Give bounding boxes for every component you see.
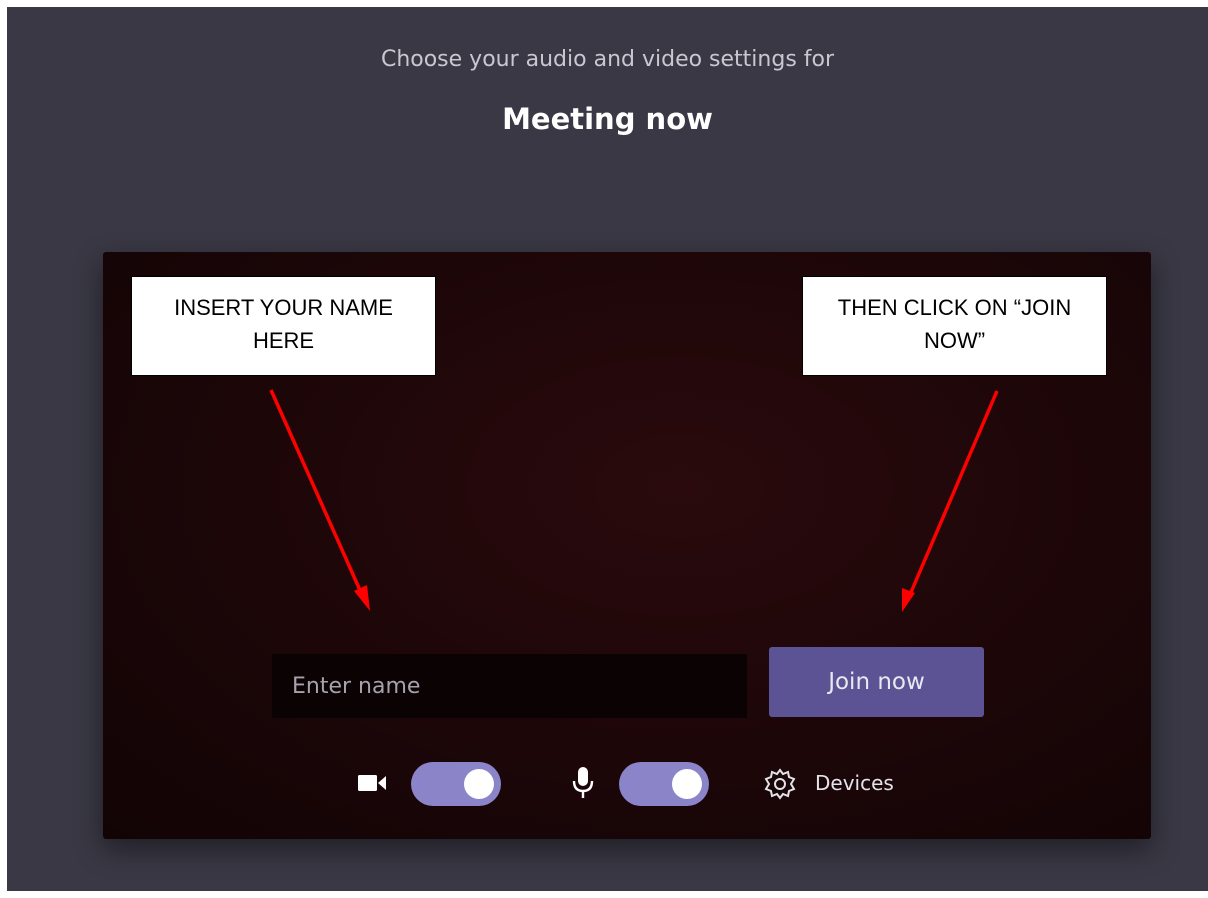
arrow-to-join-button [907,390,999,598]
gear-icon[interactable] [763,767,797,801]
camera-toggle[interactable] [411,762,501,806]
join-now-button[interactable]: Join now [769,647,984,717]
devices-button[interactable]: Devices [815,771,894,795]
microphone-toggle[interactable] [619,762,709,806]
device-controls: Devices [103,762,1151,806]
arrow-to-name-input [269,389,365,598]
arrow-to-name-input-head [354,585,370,611]
video-camera-icon [358,775,386,791]
microphone-toggle-knob [672,769,702,799]
prejoin-screen: Choose your audio and video settings for… [7,7,1208,891]
annotation-arrows [269,389,999,612]
name-input[interactable] [272,654,747,718]
settings-subtitle: Choose your audio and video settings for [380,47,835,72]
microphone-icon [572,767,594,798]
meeting-title: Meeting now [502,102,713,136]
video-preview: INSERT YOUR NAME HERE THEN CLICK ON “JOI… [103,252,1151,839]
camera-toggle-knob [464,769,494,799]
